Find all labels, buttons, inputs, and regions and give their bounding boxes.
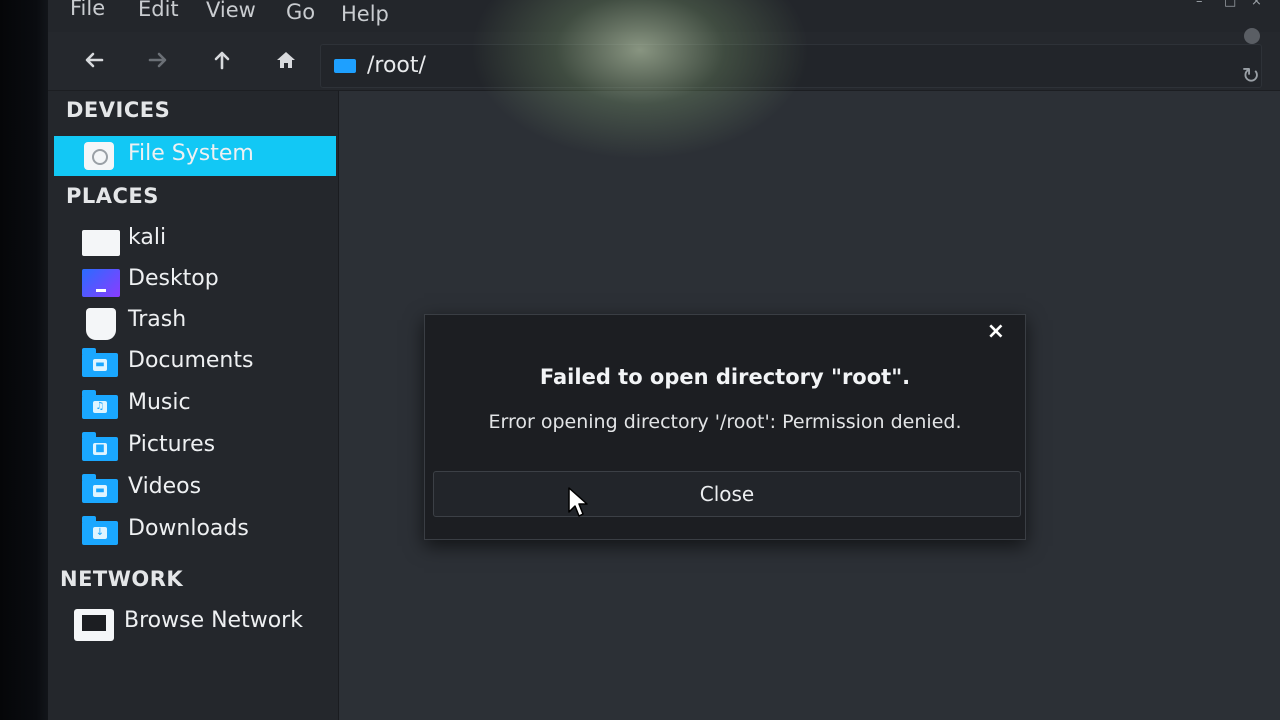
drive-icon [82,142,120,170]
sidebar-item-label: File System [128,141,254,166]
maximize-icon[interactable]: □ [1224,0,1236,9]
sidebar-item-pictures[interactable]: ■ Pictures [54,427,336,467]
menu-file[interactable]: File [70,0,105,20]
pictures-folder-icon: ■ [82,432,120,461]
reload-icon[interactable]: ↻ [1242,64,1260,89]
sidebar-section-devices: DEVICES [66,98,171,122]
music-folder-icon: ♫ [82,390,120,419]
sidebar-item-label: Music [128,390,191,415]
minimize-icon[interactable]: – [1196,0,1203,9]
back-button[interactable] [74,40,114,80]
location-bar[interactable]: /root/ [320,44,1262,88]
desktop-icon [82,267,120,297]
home-folder-icon [82,226,120,256]
menu-view[interactable]: View [206,0,256,22]
sidebar-item-videos[interactable]: ▬ Videos [54,469,336,509]
downloads-folder-icon: ↓ [82,516,120,545]
close-button[interactable]: Close [433,471,1021,517]
network-icon [74,609,114,641]
folder-icon [334,59,356,73]
sidebar-item-downloads[interactable]: ↓ Downloads [54,511,336,551]
menu-go[interactable]: Go [286,0,315,24]
sidebar-item-documents[interactable]: ▬ Documents [54,343,336,383]
arrow-right-icon [148,52,167,68]
menubar: File Edit View Go Help – □ × [48,0,1280,32]
sidebar-item-label: Videos [128,474,202,499]
sidebar-section-places: PLACES [66,184,159,208]
sidebar-item-music[interactable]: ♫ Music [54,385,336,425]
toolbar: /root/ ↻ [48,28,1280,91]
sidebar-item-label: Downloads [128,516,249,541]
videos-folder-icon: ▬ [82,474,120,503]
menu-edit[interactable]: Edit [138,0,179,21]
sidebar-section-network: NETWORK [60,567,184,591]
status-indicator-icon [1244,28,1260,44]
location-path[interactable]: /root/ [367,53,426,78]
sidebar-item-label: Trash [128,307,187,332]
sidebar-item-label: Browse Network [124,608,303,633]
menu-help[interactable]: Help [341,2,389,26]
home-button[interactable] [266,40,306,80]
arrow-up-icon [214,51,230,70]
close-icon[interactable]: × [987,319,1005,344]
error-dialog: × Failed to open directory "root". Error… [424,314,1026,540]
dialog-title: Failed to open directory "root". [539,365,911,389]
home-icon [277,52,295,68]
sidebar-item-label: kali [128,225,167,250]
screen-bezel [0,0,52,720]
dialog-message: Error opening directory '/root': Permiss… [488,411,962,433]
sidebar-item-desktop[interactable]: Desktop [54,261,336,301]
arrow-left-icon [85,52,104,68]
forward-button[interactable] [138,40,178,80]
window-close-icon[interactable]: × [1251,0,1262,9]
sidebar-item-trash[interactable]: Trash [54,302,336,342]
up-button[interactable] [202,40,242,80]
sidebar-item-label: Pictures [128,432,216,457]
sidebar-item-label: Documents [128,348,254,373]
documents-folder-icon: ▬ [82,348,120,377]
sidebar-item-file-system[interactable]: File System [54,136,336,176]
sidebar-item-browse-network[interactable]: Browse Network [50,603,332,643]
sidebar-item-kali[interactable]: kali [54,220,336,260]
sidebar: DEVICES File System PLACES kali Desktop [48,91,339,720]
sidebar-item-label: Desktop [128,266,219,291]
trash-icon [82,308,120,340]
mouse-cursor-icon [568,487,588,517]
